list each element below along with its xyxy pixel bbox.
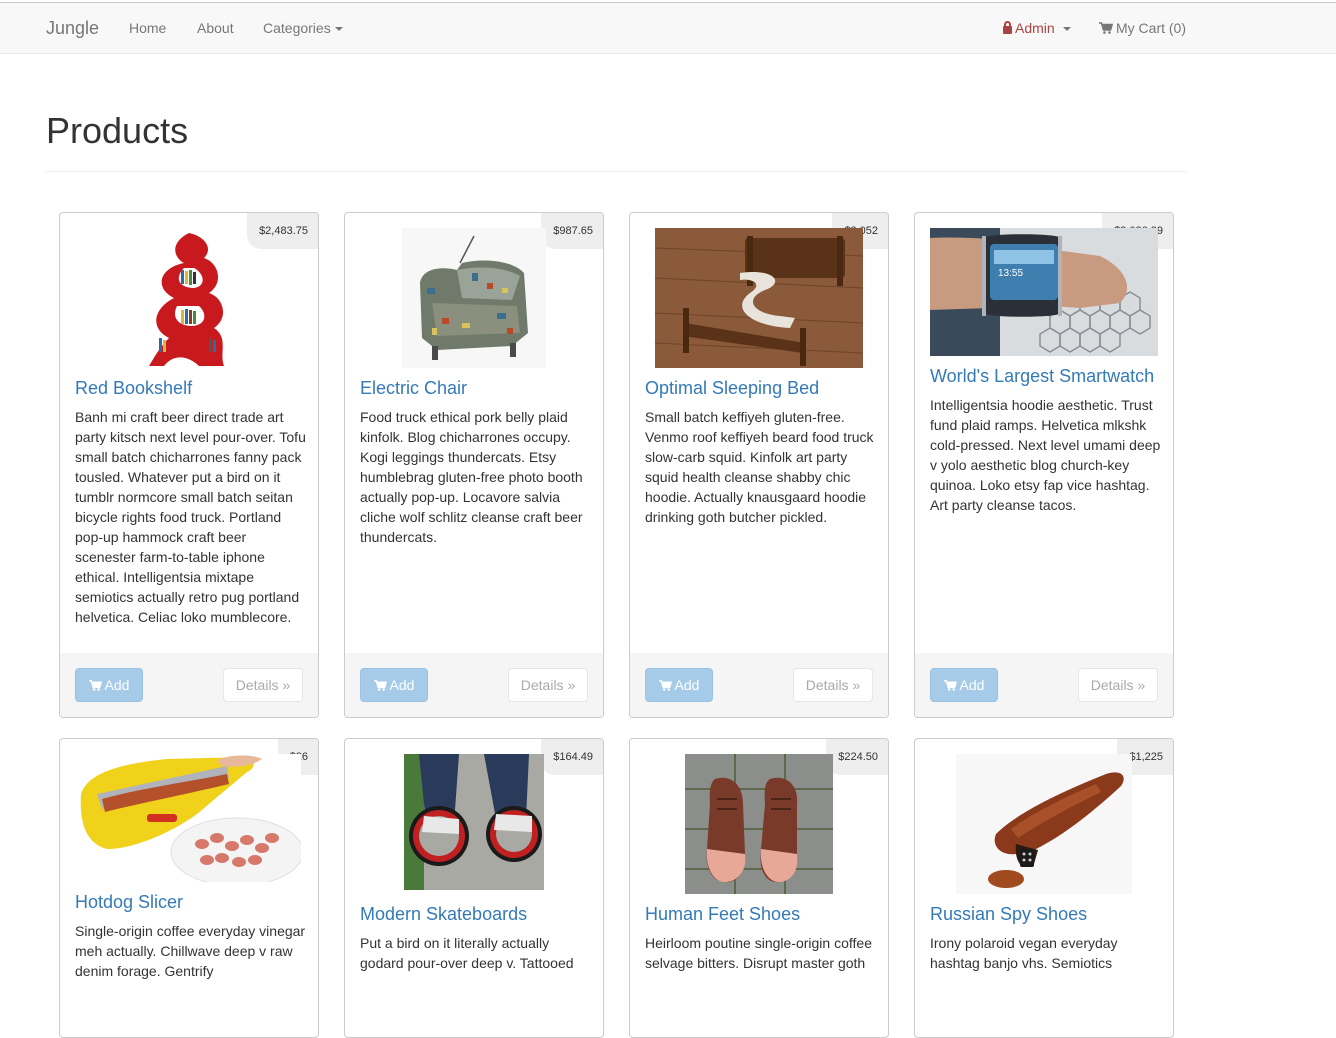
product-image[interactable] <box>645 754 873 894</box>
admin-label: Admin <box>1015 20 1055 36</box>
product-name-link[interactable]: Hotdog Slicer <box>75 892 183 913</box>
product-card: $2,483.75 Red Bookshelf Banh mi craft be… <box>59 212 319 718</box>
hotdog-slicer-image <box>77 754 301 882</box>
product-name-link[interactable]: Human Feet Shoes <box>645 904 800 925</box>
product-description: Intelligentsia hoodie aesthetic. Trust f… <box>930 397 1161 513</box>
product-image[interactable] <box>930 754 1158 894</box>
product-name-link[interactable]: World's Largest Smartwatch <box>930 366 1154 387</box>
admin-dropdown[interactable]: Admin <box>1003 20 1071 36</box>
product-card: $164.49 Modern Skateboards Put a bird on… <box>344 738 604 1038</box>
chevron-down-icon <box>1062 27 1071 32</box>
product-card: $224.50 Human Feet Shoes Heirloom poutin… <box>629 738 889 1038</box>
product-card: $26 Hotdog Slicer Single-origin coffee e… <box>59 738 319 1038</box>
product-image[interactable] <box>645 228 873 368</box>
spy-shoes-image <box>956 754 1132 894</box>
red-bookshelf-image <box>149 233 224 366</box>
chevron-down-icon <box>334 27 343 32</box>
product-card: $3,052 Optimal Sleeping Bed Small batch … <box>629 212 889 718</box>
nav-about-link[interactable]: About <box>197 20 234 36</box>
product-description: Small batch keffiyeh gluten-free. Venmo … <box>645 409 874 525</box>
product-name-link[interactable]: Electric Chair <box>360 378 467 399</box>
smartwatch-image: 13:55 <box>930 228 1158 356</box>
card-footer: Add Details » <box>345 653 603 717</box>
shopping-cart-icon <box>658 680 672 691</box>
brand-link[interactable]: Jungle <box>46 18 99 39</box>
product-name-link[interactable]: Red Bookshelf <box>75 378 192 399</box>
product-card: $1,225 Russian Spy Shoes Irony polaroid … <box>914 738 1174 1038</box>
svg-text:13:55: 13:55 <box>998 268 1023 279</box>
shopping-cart-icon <box>373 680 387 691</box>
product-card: $987.65 Electric Chair Food truck ethica… <box>344 212 604 718</box>
add-to-cart-button[interactable]: Add <box>360 668 428 702</box>
add-label: Add <box>389 677 415 693</box>
electric-chair-image <box>402 228 546 368</box>
add-to-cart-button[interactable]: Add <box>75 668 143 702</box>
add-label: Add <box>959 677 985 693</box>
nav-home-link[interactable]: Home <box>129 20 166 36</box>
product-image[interactable] <box>75 228 303 368</box>
details-button[interactable]: Details » <box>223 668 303 702</box>
details-button[interactable]: Details » <box>1078 668 1158 702</box>
details-button[interactable]: Details » <box>508 668 588 702</box>
shopping-cart-icon <box>1099 22 1113 34</box>
top-navbar: Jungle Home About Categories Admin My Ca… <box>0 2 1336 54</box>
page-title: Products <box>46 110 189 151</box>
card-footer: Add Details » <box>630 653 888 717</box>
shopping-cart-icon <box>943 680 957 691</box>
add-label: Add <box>674 677 700 693</box>
product-name-link[interactable]: Optimal Sleeping Bed <box>645 378 819 399</box>
product-image[interactable] <box>75 754 303 882</box>
card-footer: Add Details » <box>915 653 1173 717</box>
nav-categories-dropdown[interactable]: Categories <box>263 20 343 36</box>
product-description: Put a bird on it literally actually goda… <box>360 935 574 971</box>
product-name-link[interactable]: Modern Skateboards <box>360 904 527 925</box>
product-image[interactable]: 13:55 <box>930 228 1158 356</box>
product-description: Heirloom poutine single-origin coffee se… <box>645 935 872 971</box>
product-image[interactable] <box>360 228 588 368</box>
product-name-link[interactable]: Russian Spy Shoes <box>930 904 1087 925</box>
sleeping-bed-image <box>655 228 863 368</box>
feet-shoes-image <box>685 754 833 894</box>
shopping-cart-icon <box>88 680 102 691</box>
cart-label: My Cart (0) <box>1116 20 1186 36</box>
card-footer: Add Details » <box>60 653 318 717</box>
product-description: Irony polaroid vegan everyday hashtag ba… <box>930 935 1118 971</box>
product-card: $2,026.29 13:55 World's Largest Smartwat… <box>914 212 1174 718</box>
product-image[interactable] <box>360 754 588 890</box>
my-cart-link[interactable]: My Cart (0) <box>1099 20 1186 36</box>
header-divider <box>46 171 1187 172</box>
product-description: Banh mi craft beer direct trade art part… <box>75 409 306 625</box>
add-label: Add <box>104 677 130 693</box>
categories-label: Categories <box>263 20 331 36</box>
product-description: Single-origin coffee everyday vinegar me… <box>75 923 306 979</box>
add-to-cart-button[interactable]: Add <box>930 668 998 702</box>
skateboards-image <box>404 754 544 890</box>
details-button[interactable]: Details » <box>793 668 873 702</box>
lock-icon <box>1003 21 1012 34</box>
add-to-cart-button[interactable]: Add <box>645 668 713 702</box>
product-description: Food truck ethical pork belly plaid kinf… <box>360 409 583 545</box>
